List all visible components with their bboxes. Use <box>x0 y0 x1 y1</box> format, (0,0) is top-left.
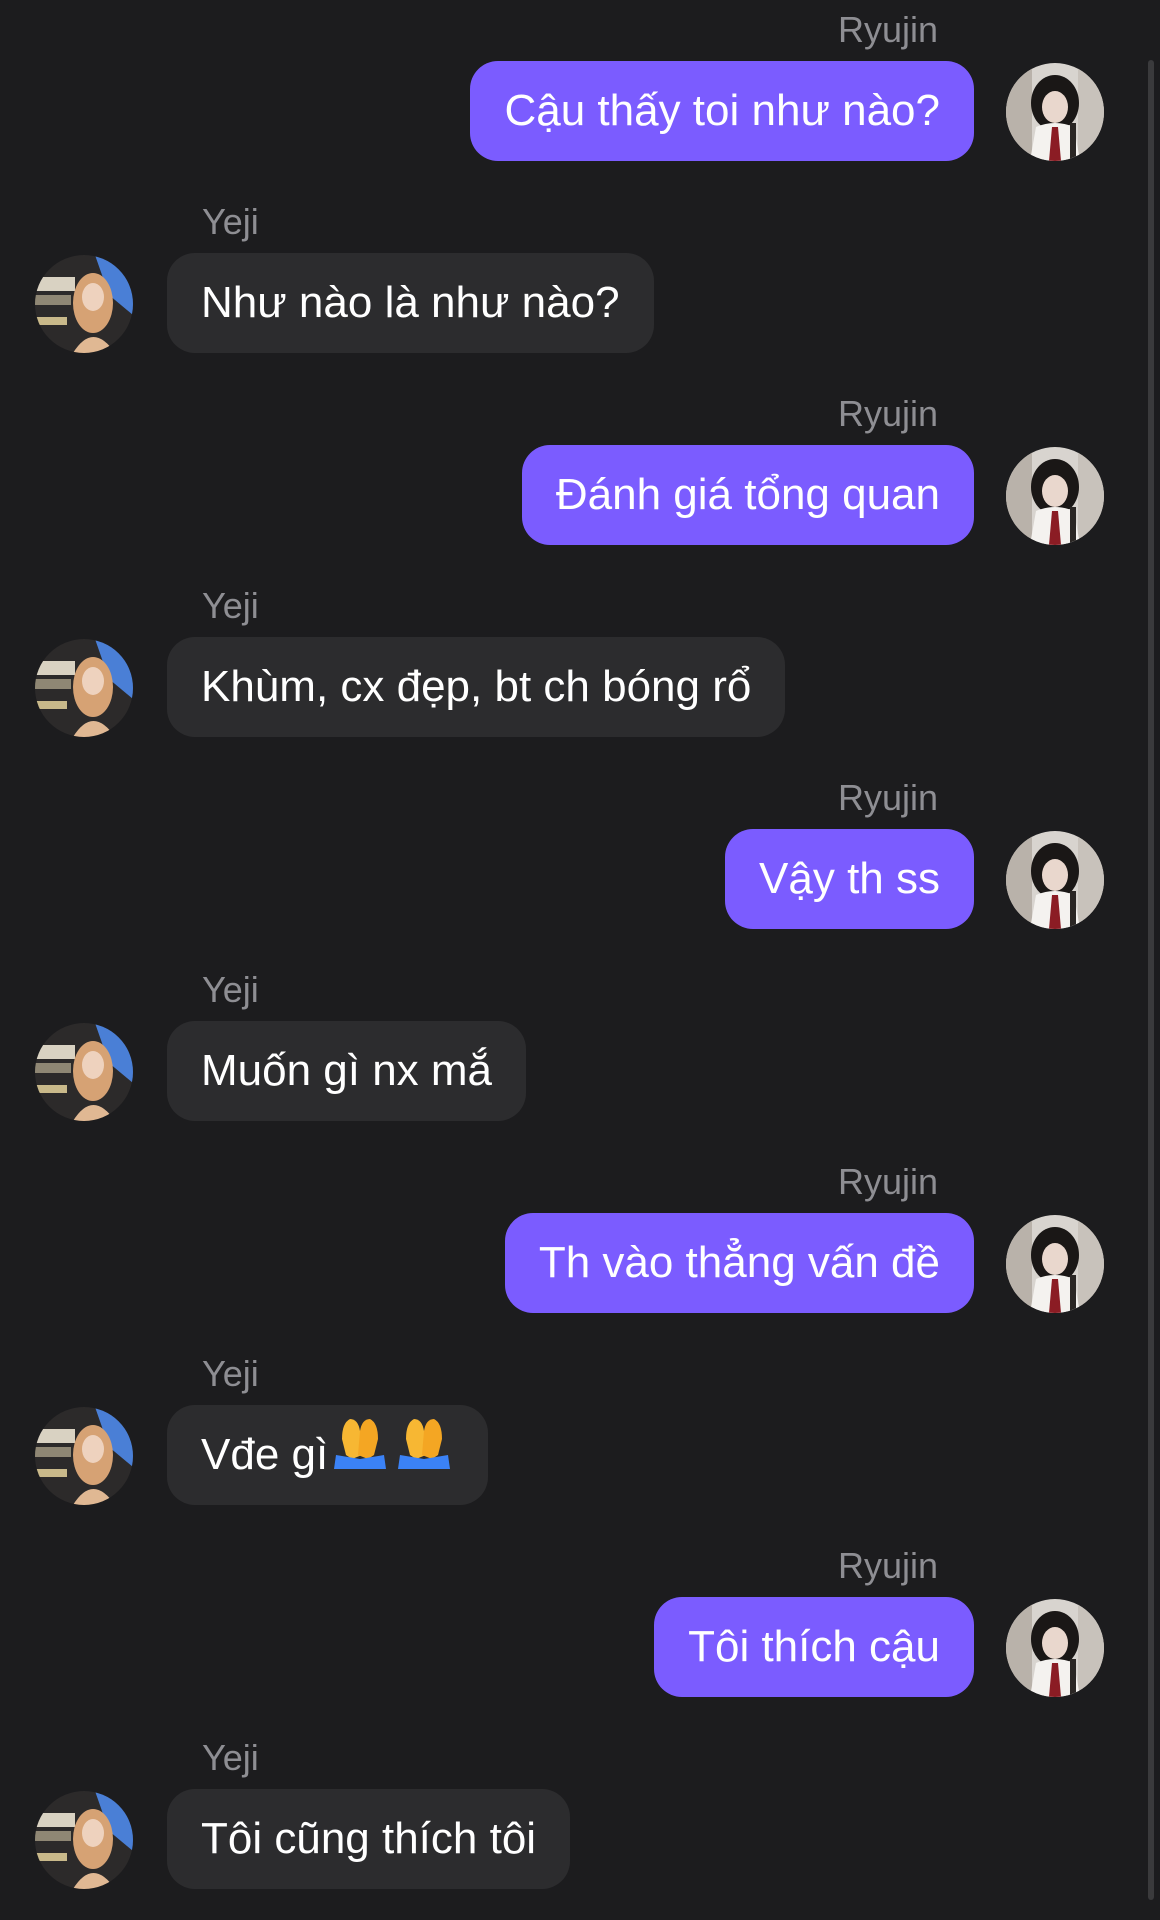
message-bubble[interactable]: Đánh giá tổng quan <box>521 445 974 545</box>
message-bubble[interactable]: Vđe gì <box>167 1405 489 1507</box>
sender-name: Yeji <box>202 969 259 1010</box>
sender-name: Ryujin <box>837 1161 938 1202</box>
message-bubble[interactable]: Vậy th ss <box>725 829 974 929</box>
avatar-ryujin[interactable] <box>1006 447 1104 545</box>
message-bubble[interactable]: Như nào là như nào? <box>167 253 654 353</box>
message-bubble[interactable]: Tôi thích cậu <box>654 1597 974 1697</box>
message-text: Vđe gì <box>201 1430 329 1479</box>
avatar-yeji[interactable] <box>35 1407 133 1505</box>
sender-name: Yeji <box>202 585 259 626</box>
message-bubble[interactable]: Muốn gì nx mắ <box>167 1021 527 1121</box>
message-bubble[interactable]: Cậu thấy toi như nào? <box>470 61 974 161</box>
avatar-ryujin[interactable] <box>1006 831 1104 929</box>
sender-name: Yeji <box>202 201 259 242</box>
avatar-yeji[interactable] <box>35 1791 133 1889</box>
message-bubble[interactable]: Khùm, cx đẹp, bt ch bóng rổ <box>167 637 786 737</box>
message-bubble[interactable]: Th vào thẳng vấn đề <box>504 1213 974 1313</box>
avatar-yeji[interactable] <box>35 1023 133 1121</box>
sender-name: Ryujin <box>837 393 938 434</box>
avatar-ryujin[interactable] <box>1006 1599 1104 1697</box>
avatar-yeji[interactable] <box>35 639 133 737</box>
avatar-yeji[interactable] <box>35 255 133 353</box>
scrollbar[interactable] <box>1148 60 1154 1900</box>
avatar-ryujin[interactable] <box>1006 1215 1104 1313</box>
sender-name: Ryujin <box>837 9 938 50</box>
sender-name: Ryujin <box>837 1545 938 1586</box>
sender-name: Ryujin <box>837 777 938 818</box>
message-bubble[interactable]: Tôi cũng thích tôi <box>167 1789 571 1889</box>
folded-hands-icon <box>330 1407 454 1507</box>
avatar-ryujin[interactable] <box>1006 63 1104 161</box>
sender-name: Yeji <box>202 1353 259 1394</box>
chat-thread: Ryujin Cậu thấy toi như nào? Yeji Như nà… <box>0 0 1160 1920</box>
sender-name: Yeji <box>202 1737 259 1778</box>
